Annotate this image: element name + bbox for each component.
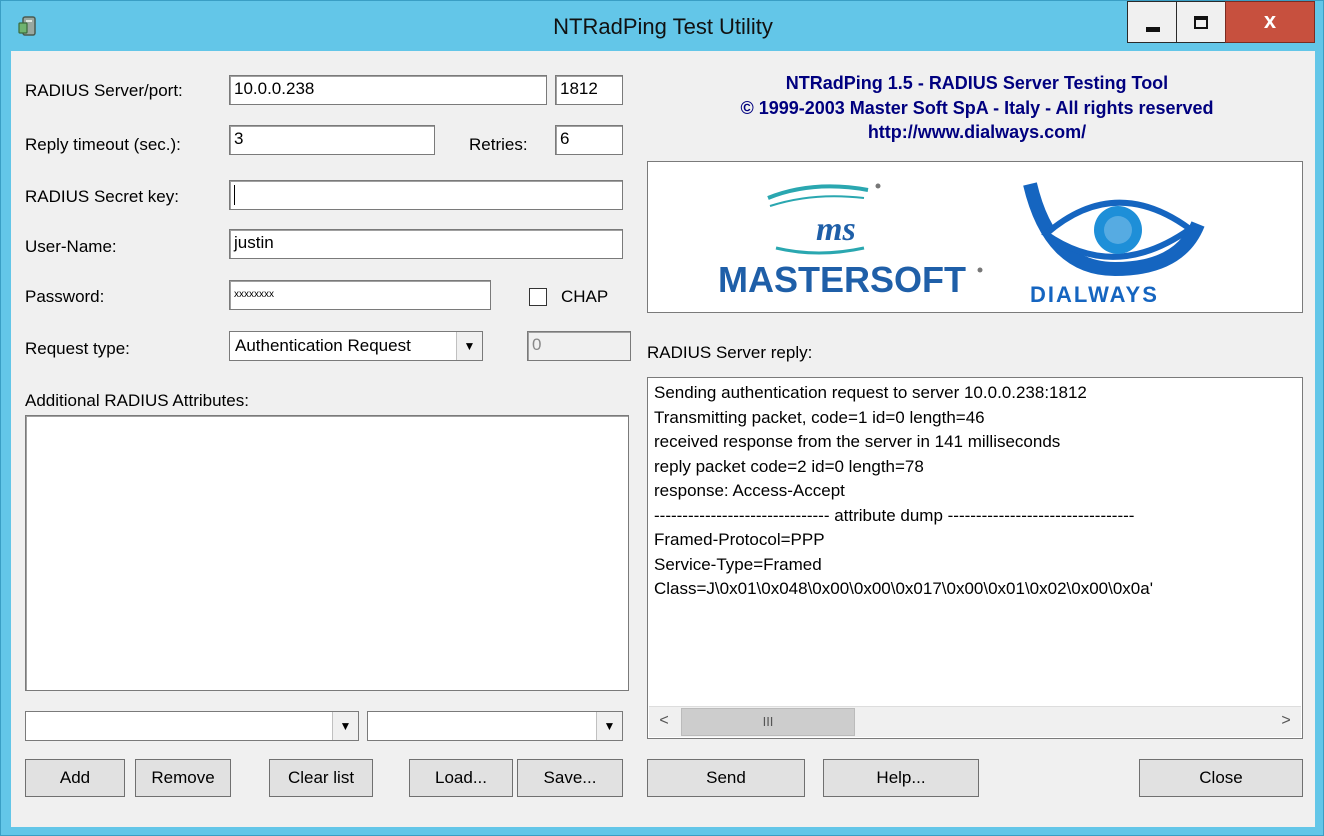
window-title: NTRadPing Test Utility [553, 14, 773, 39]
password-label: Password: [25, 287, 105, 306]
chap-label: CHAP [561, 287, 609, 306]
reply-line: Sending authentication request to server… [654, 383, 1087, 402]
chevron-left-icon[interactable]: < [649, 707, 679, 737]
horizontal-scrollbar[interactable]: < III > [649, 706, 1301, 737]
username-input[interactable]: justin [229, 229, 623, 259]
text-caret [234, 184, 235, 205]
reply-line: Framed-Protocol=PPP [654, 530, 825, 549]
app-version-heading: NTRadPing 1.5 - RADIUS Server Testing To… [785, 73, 1169, 93]
chevron-down-icon[interactable]: ▼ [332, 712, 358, 740]
maximize-icon [1194, 16, 1208, 29]
logo-panel: ms MASTERSOFT DIALWAYS [647, 161, 1303, 313]
save-button[interactable]: Save... [517, 759, 623, 797]
retries-input[interactable]: 6 [555, 125, 623, 155]
app-window: NTRadPing Test Utility x RADIUS Server/p… [0, 0, 1324, 836]
server-port-input[interactable]: 1812 [555, 75, 623, 105]
mastersoft-wordmark: MASTERSOFT [718, 259, 966, 300]
minimize-icon [1146, 27, 1160, 32]
send-button[interactable]: Send [647, 759, 805, 797]
clear-list-button[interactable]: Clear list [269, 759, 373, 797]
password-input[interactable]: xxxxxxxx [229, 280, 491, 310]
request-type-value: Authentication Request [235, 336, 411, 355]
add-button[interactable]: Add [25, 759, 125, 797]
chevron-down-icon[interactable]: ▼ [456, 332, 482, 360]
reply-line: response: Access-Accept [654, 481, 845, 500]
close-button[interactable]: Close [1139, 759, 1303, 797]
chevron-right-icon[interactable]: > [1271, 707, 1301, 737]
reply-line: received response from the server in 141… [654, 432, 1061, 451]
help-button[interactable]: Help... [823, 759, 979, 797]
load-button[interactable]: Load... [409, 759, 513, 797]
copyright-text: © 1999-2003 Master Soft SpA - Italy - Al… [740, 98, 1214, 118]
minimize-button[interactable] [1127, 1, 1177, 43]
close-window-button[interactable]: x [1225, 1, 1315, 43]
reply-log: Sending authentication request to server… [654, 381, 1153, 602]
dialog-client-area: RADIUS Server/port: 10.0.0.238 1812 Repl… [11, 51, 1315, 827]
dialways-wordmark: DIALWAYS [1030, 282, 1159, 307]
reply-line: Class=J\0x01\0x048\0x00\0x00\0x017\0x00\… [654, 579, 1153, 598]
request-type-select[interactable]: Authentication Request ▼ [229, 331, 483, 361]
request-type-label: Request type: [25, 339, 130, 358]
server-reply-box[interactable]: Sending authentication request to server… [647, 377, 1303, 739]
attribute-value-select[interactable]: ▼ [367, 711, 623, 741]
reply-line: Service-Type=Framed [654, 554, 822, 574]
close-icon: x [1263, 8, 1277, 33]
username-label: User-Name: [25, 237, 117, 256]
scrollbar-thumb[interactable]: III [681, 708, 855, 736]
reply-line: Transmitting packet, code=1 id=0 length=… [654, 407, 985, 427]
title-bar[interactable]: NTRadPing Test Utility x [1, 1, 1324, 51]
reply-line: ------------------------------- attribut… [654, 505, 1135, 525]
request-id-input: 0 [527, 331, 631, 361]
secret-key-input[interactable] [229, 180, 623, 210]
attribute-name-select[interactable]: ▼ [25, 711, 359, 741]
mastersoft-logo: ms MASTERSOFT [718, 183, 983, 300]
dialways-logo: DIALWAYS [1023, 182, 1205, 307]
maximize-button[interactable] [1176, 1, 1226, 43]
website-link[interactable]: http://www.dialways.com/ [647, 122, 1307, 143]
ms-mark: ms [816, 211, 856, 248]
server-label: RADIUS Server/port: [25, 81, 183, 100]
remove-button[interactable]: Remove [135, 759, 231, 797]
timeout-input[interactable]: 3 [229, 125, 435, 155]
reply-label: RADIUS Server reply: [647, 343, 813, 362]
attributes-list[interactable] [25, 415, 629, 691]
attributes-label: Additional RADIUS Attributes: [25, 391, 249, 410]
chevron-down-icon[interactable]: ▼ [596, 712, 622, 740]
chap-checkbox[interactable] [529, 288, 547, 306]
timeout-label: Reply timeout (sec.): [25, 135, 181, 154]
retries-label: Retries: [469, 135, 528, 154]
secret-key-label: RADIUS Secret key: [25, 187, 179, 206]
server-address-input[interactable]: 10.0.0.238 [229, 75, 547, 105]
reply-line: reply packet code=2 id=0 length=78 [654, 456, 924, 476]
